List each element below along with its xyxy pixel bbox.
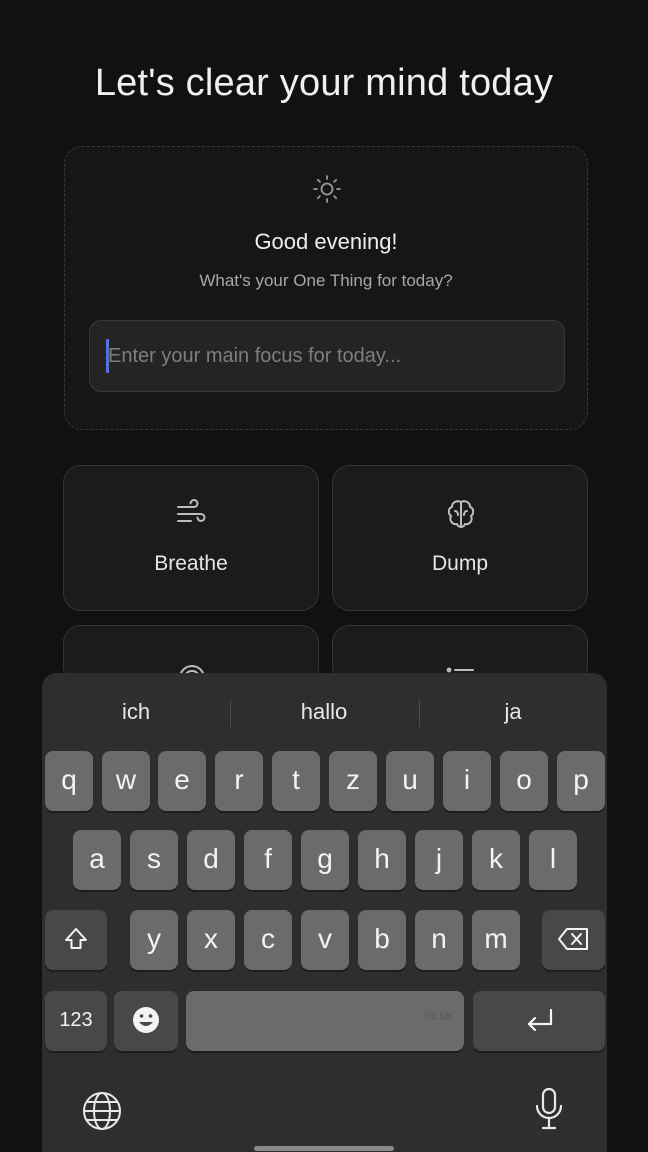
key-c[interactable]: c	[244, 910, 292, 970]
key-e[interactable]: e	[158, 751, 206, 811]
key-w[interactable]: w	[102, 751, 150, 811]
key-a[interactable]: a	[73, 830, 121, 890]
key-q[interactable]: q	[45, 751, 93, 811]
greeting-text: Good evening!	[254, 229, 398, 254]
key-m[interactable]: m	[472, 910, 520, 970]
key-k[interactable]: k	[472, 830, 520, 890]
key-b[interactable]: b	[358, 910, 406, 970]
text-caret	[106, 339, 109, 373]
key-r[interactable]: r	[215, 751, 263, 811]
key-d[interactable]: d	[187, 830, 235, 890]
focus-prompt: What's your One Thing for today?	[199, 271, 453, 290]
suggestion-1[interactable]: ich	[42, 691, 230, 733]
globe-icon[interactable]	[81, 1090, 123, 1132]
key-s[interactable]: s	[130, 830, 178, 890]
space-bar[interactable]: DE EN	[186, 991, 464, 1051]
on-screen-keyboard: ich hallo ja q w e r t z u i o p a s d f…	[42, 673, 607, 1152]
key-l[interactable]: l	[529, 830, 577, 890]
key-u[interactable]: u	[386, 751, 434, 811]
key-v[interactable]: v	[301, 910, 349, 970]
shift-key[interactable]	[45, 910, 107, 970]
key-g[interactable]: g	[301, 830, 349, 890]
emoji-icon	[133, 1007, 159, 1033]
home-indicator[interactable]	[254, 1146, 394, 1151]
tile-label: Dump	[431, 552, 489, 575]
backspace-icon	[557, 928, 588, 950]
backspace-key[interactable]	[542, 910, 605, 970]
breathe-tile[interactable]: Breathe	[63, 465, 319, 611]
key-h[interactable]: h	[358, 830, 406, 890]
key-p[interactable]: p	[557, 751, 605, 811]
sun-icon	[313, 175, 341, 203]
space-language-tag: DE EN	[424, 1011, 452, 1021]
brain-icon	[447, 500, 475, 528]
key-i[interactable]: i	[443, 751, 491, 811]
microphone-icon[interactable]	[532, 1086, 566, 1132]
key-o[interactable]: o	[500, 751, 548, 811]
return-icon	[527, 1008, 553, 1032]
tile-label: Breathe	[154, 552, 228, 575]
key-y[interactable]: y	[130, 910, 178, 970]
numbers-key[interactable]: 123	[45, 991, 107, 1051]
key-x[interactable]: x	[187, 910, 235, 970]
suggestion-2[interactable]: hallo	[230, 691, 418, 733]
page-title: Let's clear your mind today	[94, 62, 554, 104]
shift-icon	[65, 928, 87, 949]
emoji-key[interactable]	[114, 991, 178, 1051]
key-n[interactable]: n	[415, 910, 463, 970]
main-focus-input[interactable]	[89, 320, 565, 392]
key-j[interactable]: j	[415, 830, 463, 890]
key-t[interactable]: t	[272, 751, 320, 811]
dump-tile[interactable]: Dump	[332, 465, 588, 611]
key-f[interactable]: f	[244, 830, 292, 890]
return-key[interactable]	[473, 991, 605, 1051]
wind-icon	[177, 499, 206, 522]
suggestion-3[interactable]: ja	[419, 691, 607, 733]
key-z[interactable]: z	[329, 751, 377, 811]
focus-card: Good evening! What's your One Thing for …	[64, 146, 588, 430]
